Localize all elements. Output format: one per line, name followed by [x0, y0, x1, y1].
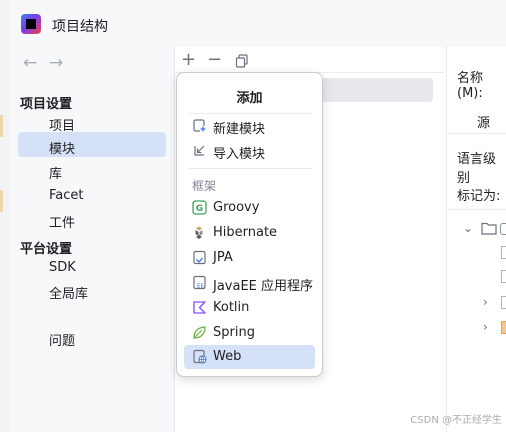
watermark: CSDN @不正经学生: [410, 415, 502, 426]
sidebar-item-modules[interactable]: 模块: [49, 138, 75, 157]
web-icon: [192, 349, 207, 364]
module-row-highlight[interactable]: [318, 78, 433, 102]
add-popup: 添加 新建模块 导入模块 框架 G Groovy Hibernate JPA E…: [176, 72, 323, 377]
tree-item-icon: [501, 270, 506, 283]
project-settings-header: 项目设置: [20, 97, 73, 112]
menu-item-label: Web: [213, 349, 242, 364]
menu-item-new-module[interactable]: 新建模块: [184, 114, 315, 138]
sidebar-item-project[interactable]: 项目: [49, 115, 75, 134]
menu-item-kotlin[interactable]: Kotlin: [184, 296, 315, 320]
menu-item-groovy[interactable]: G Groovy: [184, 196, 315, 220]
chevron-right-icon[interactable]: ›: [483, 295, 488, 309]
background-edge-marker: [0, 190, 3, 212]
new-module-icon: [192, 118, 207, 133]
chevron-down-icon[interactable]: ⌄: [463, 221, 473, 235]
tree-item-icon: [501, 246, 506, 259]
sidebar-selection-highlight: [18, 132, 166, 157]
menu-item-import-module[interactable]: 导入模块: [184, 139, 315, 163]
menu-item-label: Groovy: [213, 200, 260, 215]
background-edge-marker: [0, 115, 3, 137]
menu-item-spring[interactable]: Spring: [184, 321, 315, 345]
folder-icon: [481, 220, 497, 239]
menu-item-web[interactable]: Web: [184, 345, 315, 369]
menu-item-label: Spring: [213, 325, 255, 340]
menu-item-label: JPA: [213, 250, 233, 265]
kotlin-icon: [192, 300, 207, 315]
content-root-divider: [446, 209, 506, 210]
chevron-right-icon[interactable]: ›: [483, 320, 488, 334]
menu-item-label: 导入模块: [213, 147, 266, 162]
spring-leaf-icon: [192, 325, 207, 340]
mark-as-label: 标记为:: [457, 189, 501, 204]
menu-item-label: 新建模块: [213, 122, 266, 137]
window-title: 项目结构: [52, 19, 108, 35]
menu-item-label: JavaEE 应用程序: [213, 279, 314, 294]
groovy-icon: G: [192, 200, 207, 215]
sidebar-item-artifacts[interactable]: 工件: [49, 212, 75, 231]
javaee-icon: EE: [192, 275, 207, 290]
language-level-label: 语言级别: [457, 152, 497, 186]
sidebar-item-problems[interactable]: 问题: [49, 330, 75, 349]
minus-icon[interactable]: −: [207, 49, 222, 70]
plus-icon[interactable]: +: [181, 49, 196, 70]
tab-sources[interactable]: 源: [477, 112, 490, 131]
menu-item-label: Kotlin: [213, 300, 250, 315]
frameworks-group-header: 框架: [192, 179, 217, 193]
popup-title: 添加: [236, 91, 263, 106]
svg-text:EE: EE: [197, 284, 204, 290]
menu-item-hibernate[interactable]: Hibernate: [184, 221, 315, 245]
module-name-label: 名称(M):: [457, 71, 484, 101]
resources-folder-icon: [501, 321, 506, 334]
intellij-logo-icon: [21, 14, 41, 34]
arrow-left-icon[interactable]: ←: [23, 53, 37, 73]
svg-text:G: G: [196, 204, 203, 214]
menu-item-javaee[interactable]: EE JavaEE 应用程序: [184, 271, 315, 295]
sidebar-item-facet[interactable]: Facet: [49, 188, 84, 203]
import-arrow-icon: [192, 143, 207, 158]
module-details-panel: [446, 47, 506, 432]
tree-item-icon: [501, 296, 506, 309]
popup-divider: [189, 168, 312, 169]
jpa-icon: [192, 250, 207, 265]
sidebar-item-sdk[interactable]: SDK: [49, 260, 76, 275]
menu-item-label: Hibernate: [213, 225, 278, 240]
copy-icon[interactable]: [235, 53, 249, 68]
arrow-right-icon[interactable]: →: [49, 53, 63, 73]
hibernate-icon: [192, 225, 207, 240]
tab-divider: [446, 133, 506, 134]
sidebar-item-libraries[interactable]: 库: [49, 163, 62, 182]
content-root-path-fragment: [500, 223, 506, 235]
menu-item-jpa[interactable]: JPA: [184, 246, 315, 270]
platform-settings-header: 平台设置: [20, 242, 73, 257]
sidebar-item-global-libraries[interactable]: 全局库: [49, 283, 88, 302]
